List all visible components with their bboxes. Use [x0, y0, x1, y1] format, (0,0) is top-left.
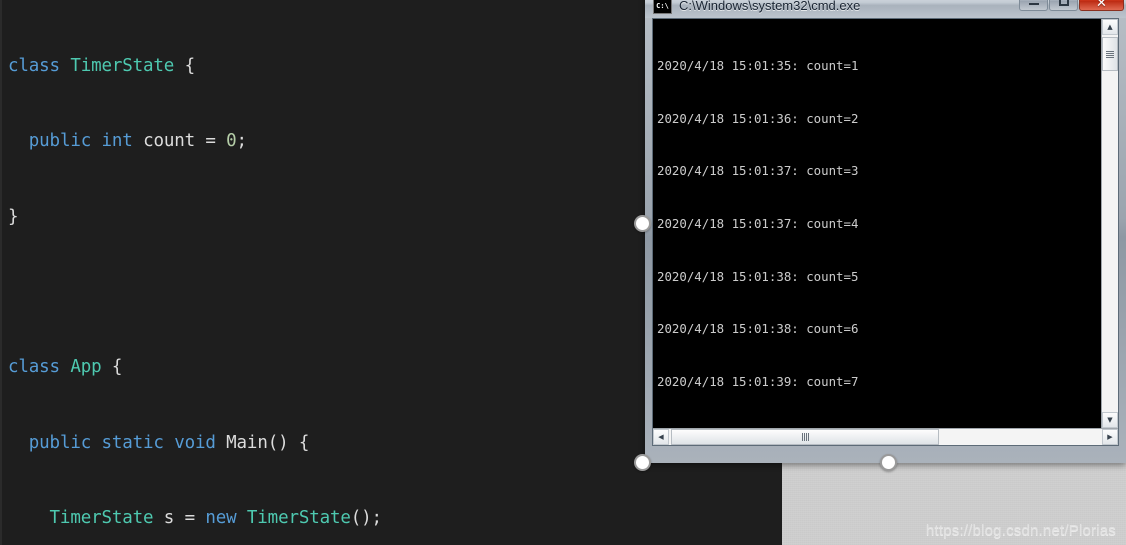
console-line: 2020/4/18 15:01:38: count=6 [657, 321, 859, 337]
window-title: C:\Windows\system32\cmd.exe [679, 0, 861, 13]
console-vertical-scrollbar[interactable]: ▲ ▼ [1101, 19, 1118, 428]
console-titlebar[interactable]: C:\ C:\Windows\system32\cmd.exe ✕ [645, 0, 1126, 18]
scroll-up-arrow-icon[interactable]: ▲ [1102, 19, 1118, 35]
console-line: 2020/4/18 15:01:36: count=2 [657, 110, 859, 126]
console-horizontal-scrollbar[interactable]: ◀ ▶ [653, 428, 1118, 445]
resize-handle-bottom-left[interactable] [634, 454, 651, 471]
console-client-area[interactable]: 2020/4/18 15:01:35: count=1 2020/4/18 15… [652, 18, 1119, 446]
resize-handle-left[interactable] [634, 215, 651, 232]
minimize-icon [1028, 3, 1039, 5]
console-line: 2020/4/18 15:01:38: count=5 [657, 268, 859, 284]
console-line: 2020/4/18 15:01:37: count=4 [657, 216, 859, 232]
maximize-icon [1058, 0, 1069, 6]
maximize-button[interactable] [1049, 0, 1078, 11]
vertical-scroll-thumb[interactable] [1102, 37, 1118, 71]
console-line: 2020/4/18 15:01:35: count=1 [657, 58, 859, 74]
console-output: 2020/4/18 15:01:35: count=1 2020/4/18 15… [653, 19, 1101, 428]
console-body: 2020/4/18 15:01:35: count=1 2020/4/18 15… [653, 19, 1118, 428]
resize-handle-bottom[interactable] [880, 454, 897, 471]
watermark-text: https://blog.csdn.net/Plorias [925, 522, 1116, 539]
scroll-down-arrow-icon[interactable]: ▼ [1102, 412, 1118, 428]
vertical-scroll-track[interactable] [1102, 35, 1118, 412]
close-button[interactable]: ✕ [1079, 0, 1124, 11]
horizontal-scroll-track[interactable] [669, 429, 1102, 445]
minimize-button[interactable] [1019, 0, 1048, 11]
window-controls[interactable]: ✕ [1018, 0, 1124, 14]
screenshot-root: class TimerState { public int count = 0;… [0, 0, 1126, 545]
cmd-icon: C:\ [653, 0, 672, 14]
scroll-left-arrow-icon[interactable]: ◀ [653, 429, 669, 445]
scroll-thumb-grip-icon [1106, 50, 1114, 58]
cmd-icon-glyph: C:\ [656, 1, 669, 10]
close-icon: ✕ [1096, 0, 1107, 11]
console-line: 2020/4/18 15:01:39: count=7 [657, 373, 859, 389]
hscroll-thumb-grip-icon [801, 433, 809, 441]
scroll-right-arrow-icon[interactable]: ▶ [1102, 429, 1118, 445]
horizontal-scroll-thumb[interactable] [671, 429, 940, 445]
code-line: TimerState s = new TimerState(); [49, 507, 383, 528]
console-window[interactable]: C:\ C:\Windows\system32\cmd.exe ✕ 2020/4… [645, 0, 1126, 463]
console-line: 2020/4/18 15:01:37: count=3 [657, 163, 859, 179]
